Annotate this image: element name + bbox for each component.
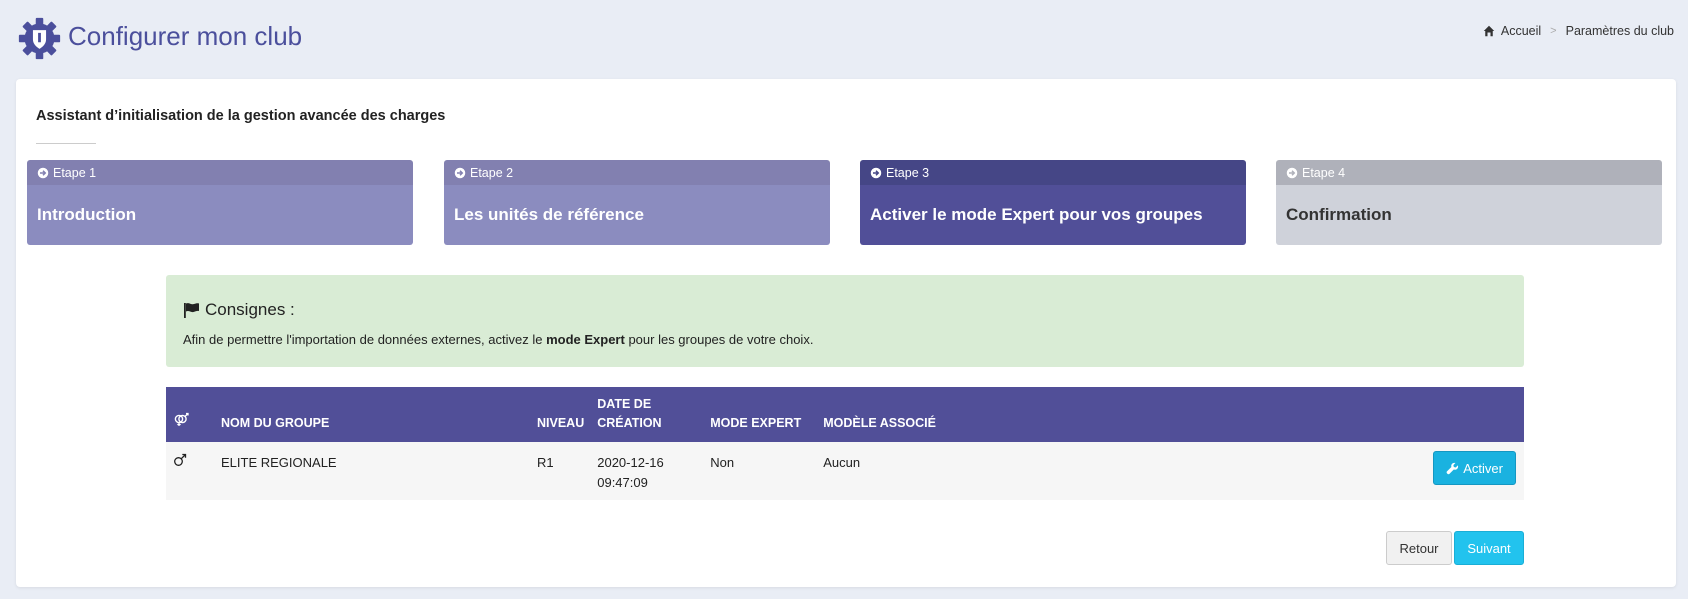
home-icon: [1483, 25, 1495, 37]
row-level: R1: [537, 455, 554, 470]
instructions-title: Consignes :: [183, 300, 295, 320]
page-title: Configurer mon club: [68, 21, 303, 51]
header-actions: [1416, 387, 1524, 442]
row-expert-mode: Non: [710, 455, 735, 470]
header-created-line1: DATE DE: [597, 397, 652, 411]
instructions-text-bold: mode Expert: [546, 332, 625, 347]
gender-icon: [174, 412, 189, 426]
groups-table-wrapper: NOM DU GROUPE NIVEAU DATE DE CRÉATION MO…: [166, 387, 1524, 500]
step-2[interactable]: Etape 2 Les unités de référence: [444, 160, 830, 245]
instructions-text: Afin de permettre l'importation de donné…: [183, 332, 813, 347]
step-3-title: Activer le mode Expert pour vos groupes: [860, 185, 1246, 245]
arrow-circle-right-icon: [870, 167, 882, 178]
male-icon: [174, 453, 187, 466]
title-divider: [36, 143, 96, 144]
step-1[interactable]: Etape 1 Introduction: [27, 160, 413, 245]
arrow-circle-right-icon: [1286, 167, 1298, 178]
step-1-header: Etape 1: [27, 160, 413, 185]
header-created-line2: CRÉATION: [597, 416, 662, 430]
header-associated-model[interactable]: MODÈLE ASSOCIÉ: [816, 387, 1416, 442]
row-group-name: ELITE REGIONALE: [221, 455, 337, 470]
instructions-alert: Consignes : Afin de permettre l'importat…: [166, 275, 1524, 367]
row-created: 2020-12-16 09:47:09: [590, 442, 703, 500]
row-created-date: 2020-12-16: [597, 455, 664, 470]
instructions-title-text: Consignes :: [205, 300, 295, 319]
instructions-text-before: Afin de permettre l'importation de donné…: [183, 332, 547, 347]
arrow-circle-right-icon: [37, 167, 49, 178]
gear-shield-icon: [18, 17, 61, 60]
breadcrumb-current: Paramètres du club: [1565, 24, 1674, 38]
row-created-time: 09:47:09: [597, 475, 648, 490]
step-4-label: Etape 4: [1302, 165, 1346, 180]
wrench-icon: [1446, 462, 1459, 474]
step-4-title: Confirmation: [1276, 185, 1662, 245]
header-expert-mode[interactable]: MODE EXPERT: [703, 387, 816, 442]
step-2-header: Etape 2: [444, 160, 830, 185]
step-3-header: Etape 3: [860, 160, 1246, 185]
breadcrumb-home-link[interactable]: Accueil: [1501, 24, 1541, 38]
step-2-label: Etape 2: [470, 165, 514, 180]
step-1-title: Introduction: [27, 185, 413, 245]
groups-table: NOM DU GROUPE NIVEAU DATE DE CRÉATION MO…: [166, 387, 1524, 500]
header-gender[interactable]: [166, 387, 214, 442]
wizard-title: Assistant d’initialisation de la gestion…: [36, 108, 446, 124]
instructions-text-after: pour les groupes de votre choix.: [624, 332, 814, 347]
top-bar: Configurer mon club Accueil > Paramètres…: [0, 0, 1688, 78]
table-row: ELITE REGIONALE R1 2020-12-16 09:47:09 N…: [166, 442, 1524, 500]
breadcrumb-separator: >: [1550, 25, 1557, 37]
header-created[interactable]: DATE DE CRÉATION: [590, 387, 703, 442]
step-3[interactable]: Etape 3 Activer le mode Expert pour vos …: [860, 160, 1246, 245]
row-gender-cell: [166, 442, 214, 500]
flag-icon: [184, 303, 199, 318]
next-button[interactable]: Suivant: [1454, 531, 1524, 565]
row-associated-model: Aucun: [823, 455, 861, 470]
activate-button-label: Activer: [1463, 460, 1503, 476]
breadcrumb: Accueil > Paramètres du club: [1368, 23, 1688, 39]
header-level[interactable]: NIVEAU: [530, 387, 590, 442]
step-2-title: Les unités de référence: [444, 185, 830, 245]
row-actions: Activer: [1416, 442, 1524, 500]
back-button[interactable]: Retour: [1386, 531, 1452, 565]
header-group-name[interactable]: NOM DU GROUPE: [214, 387, 530, 442]
wizard-card: Assistant d’initialisation de la gestion…: [16, 79, 1676, 587]
step-4[interactable]: Etape 4 Confirmation: [1276, 160, 1662, 245]
step-4-header: Etape 4: [1276, 160, 1662, 185]
table-header-row: NOM DU GROUPE NIVEAU DATE DE CRÉATION MO…: [166, 387, 1524, 442]
step-3-label: Etape 3: [886, 165, 930, 180]
step-1-label: Etape 1: [53, 165, 97, 180]
arrow-circle-right-icon: [454, 167, 466, 178]
activate-button[interactable]: Activer: [1433, 451, 1516, 485]
